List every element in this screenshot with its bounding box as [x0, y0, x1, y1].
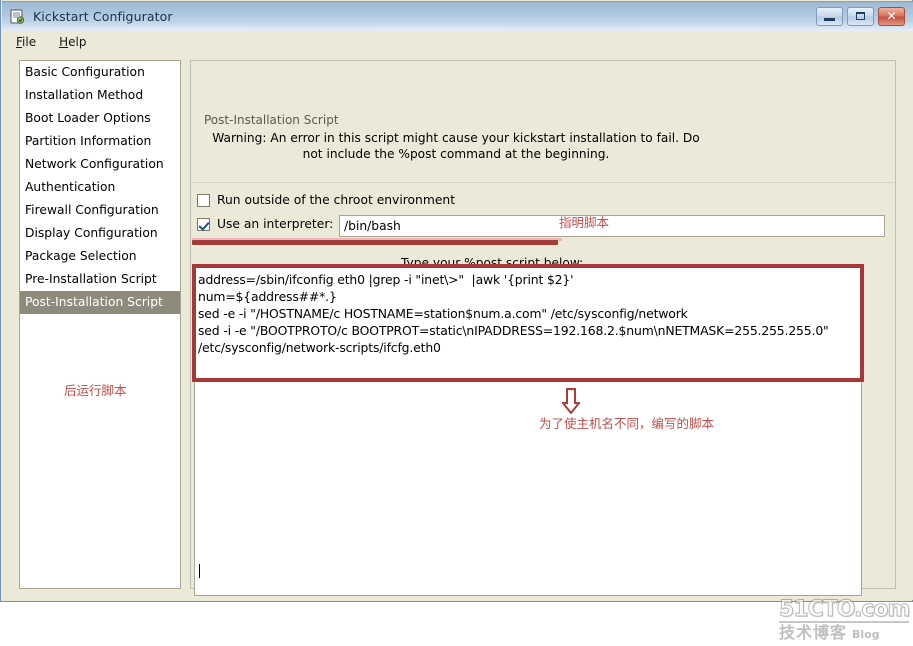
sidebar-item-partition-information[interactable]: Partition Information [20, 130, 180, 153]
watermark-bottom: 技术博客 Blog [779, 621, 909, 642]
script-annotation-box [192, 264, 864, 382]
watermark-cn: 技术博客 [779, 623, 848, 642]
maximize-icon [856, 11, 865, 20]
panel-legend: Post-Installation Script [200, 113, 343, 127]
close-icon: ✕ [886, 8, 897, 23]
watermark-blog: Blog [852, 628, 880, 641]
warning-text: Warning: An error in this script might c… [212, 131, 700, 161]
menu-item-help[interactable]: Help [50, 34, 95, 50]
title-bar: Kickstart Configurator ✕ [2, 1, 913, 32]
chroot-checkbox-row[interactable]: Run outside of the chroot environment [197, 193, 455, 207]
sidebar-item-network-configuration[interactable]: Network Configuration [20, 153, 180, 176]
sidebar-annotation: 后运行脚本 [64, 383, 127, 398]
menu-bar: File Help [2, 31, 913, 53]
interpreter-input[interactable]: /bin/bash [339, 215, 885, 237]
client-area: Basic Configuration Installation Method … [2, 52, 913, 642]
interpreter-annotation: 指明脚本 [559, 215, 610, 230]
chroot-checkbox[interactable] [197, 193, 210, 207]
text-caret [199, 564, 200, 578]
watermark-site: 51CTO.com [779, 597, 911, 622]
sidebar-item-display-configuration[interactable]: Display Configuration [20, 222, 180, 245]
interpreter-checkbox[interactable] [197, 217, 210, 231]
minimize-icon [824, 17, 835, 21]
navigation-list[interactable]: Basic Configuration Installation Method … [19, 60, 181, 589]
maximize-button[interactable] [847, 6, 874, 26]
watermark: 51CTO.com 技术博客 Blog [779, 597, 911, 646]
application-window: Kickstart Configurator ✕ File Help Basic… [0, 0, 913, 642]
minimize-button[interactable] [816, 6, 843, 26]
menu-item-help-rest: elp [68, 34, 87, 49]
sidebar-item-authentication[interactable]: Authentication [20, 176, 180, 199]
close-button[interactable]: ✕ [878, 6, 905, 26]
sidebar-item-package-selection[interactable]: Package Selection [20, 245, 180, 268]
sidebar-item-post-installation-script[interactable]: Post-Installation Script [20, 291, 180, 314]
chroot-checkbox-label: Run outside of the chroot environment [217, 193, 456, 207]
interpreter-checkbox-label: Use an interpreter: [217, 217, 334, 231]
menu-item-file-rest: ile [22, 34, 37, 49]
window-title: Kickstart Configurator [33, 8, 173, 24]
arrow-down-icon [560, 388, 582, 415]
sidebar-item-installation-method[interactable]: Installation Method [20, 84, 180, 107]
app-icon [9, 8, 26, 25]
panel-divider [192, 182, 894, 183]
sidebar-item-boot-loader-options[interactable]: Boot Loader Options [20, 107, 180, 130]
sidebar-item-basic-configuration[interactable]: Basic Configuration [20, 61, 180, 84]
sidebar-item-pre-installation-script[interactable]: Pre-Installation Script [20, 268, 180, 291]
menu-item-file[interactable]: File [7, 34, 45, 50]
annotation-underline [192, 240, 558, 245]
interpreter-checkbox-row[interactable]: Use an interpreter: [197, 217, 333, 231]
sidebar-item-firewall-configuration[interactable]: Firewall Configuration [20, 199, 180, 222]
script-annotation: 为了使主机名不同，编写的脚本 [539, 416, 715, 431]
